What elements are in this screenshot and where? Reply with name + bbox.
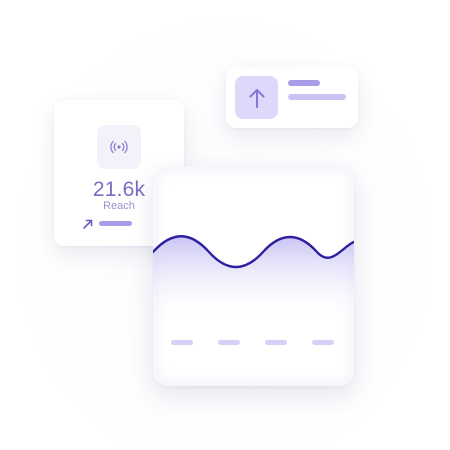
axis-dash: [265, 340, 287, 345]
axis-dash: [171, 340, 193, 345]
upload-subtitle-bar: [288, 94, 346, 100]
chart-card[interactable]: [153, 166, 354, 386]
wave-area: [153, 236, 354, 324]
axis-dash: [312, 340, 334, 345]
illustration-stage: 21.6k Reach: [0, 0, 450, 450]
upload-card[interactable]: [226, 67, 358, 128]
axis-dash: [218, 340, 240, 345]
trend-bar: [99, 221, 132, 226]
wave-chart: [153, 235, 354, 324]
arrow-up-icon: [249, 88, 264, 108]
signal-tile: [97, 125, 141, 169]
broadcast-signal-icon: [110, 140, 128, 154]
upload-title-bar: [288, 80, 320, 86]
arrow-up-right-icon: [83, 219, 93, 229]
upload-tile[interactable]: [235, 76, 278, 119]
